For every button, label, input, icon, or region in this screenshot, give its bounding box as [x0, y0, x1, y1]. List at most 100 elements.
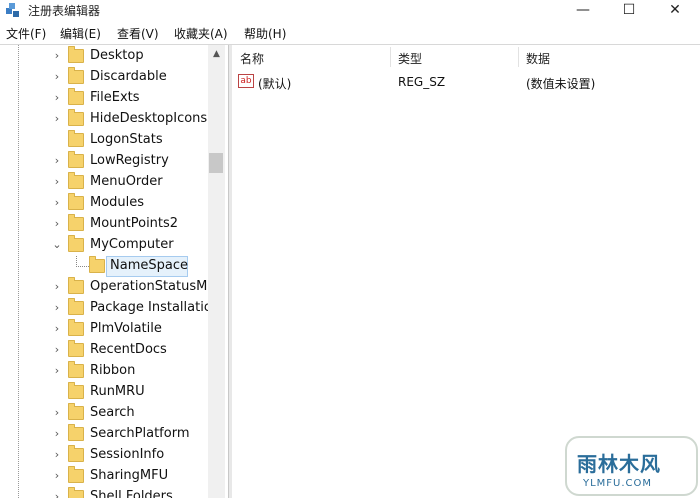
tree-item[interactable]: NameSpace — [0, 256, 208, 277]
menu-view[interactable]: 查看(V) — [117, 25, 159, 42]
tree-item-label: Desktop — [90, 48, 144, 63]
minimize-button[interactable]: — — [560, 0, 606, 22]
column-header-data[interactable]: 数据 — [526, 50, 550, 67]
tree-item[interactable]: › SessionInfo — [0, 445, 208, 466]
chevron-right-icon[interactable]: › — [52, 280, 62, 294]
close-button[interactable]: ✕ — [652, 0, 698, 22]
tree-item-label: OperationStatusMa — [90, 279, 216, 294]
chevron-right-icon[interactable]: › — [52, 301, 62, 315]
tree-item-label: Shell Folders — [90, 489, 173, 498]
chevron-right-icon[interactable] — [52, 133, 62, 147]
chevron-right-icon[interactable]: › — [52, 217, 62, 231]
folder-icon — [68, 298, 84, 315]
scroll-up-arrow-icon[interactable]: ▲ — [208, 47, 225, 61]
folder-icon — [68, 487, 84, 498]
title-bar: 注册表编辑器 — ☐ ✕ — [0, 0, 700, 22]
chevron-right-icon[interactable]: › — [52, 49, 62, 63]
tree-item[interactable]: › Shell Folders — [0, 487, 208, 498]
value-data[interactable]: (数值未设置) — [526, 75, 595, 92]
chevron-down-icon[interactable]: ⌄ — [52, 238, 62, 252]
folder-icon — [68, 277, 84, 294]
menu-favorites[interactable]: 收藏夹(A) — [174, 25, 228, 42]
folder-icon — [68, 235, 84, 252]
menu-edit[interactable]: 编辑(E) — [60, 25, 101, 42]
tree-item-label: HideDesktopIcons — [90, 111, 208, 126]
folder-icon — [68, 340, 84, 357]
folder-icon — [68, 172, 84, 189]
menu-file[interactable]: 文件(F) — [6, 25, 46, 42]
folder-icon — [68, 67, 84, 84]
tree-item[interactable]: › Discardable — [0, 67, 208, 88]
scroll-thumb[interactable] — [209, 153, 223, 173]
folder-icon — [68, 130, 84, 147]
chevron-right-icon[interactable] — [52, 385, 62, 399]
folder-icon — [68, 466, 84, 483]
tree-item[interactable]: › LowRegistry — [0, 151, 208, 172]
menu-help[interactable]: 帮助(H) — [244, 25, 286, 42]
folder-icon — [68, 151, 84, 168]
chevron-right-icon[interactable]: › — [52, 364, 62, 378]
tree-item[interactable]: › OperationStatusMa — [0, 277, 215, 298]
tree-item[interactable]: › PlmVolatile — [0, 319, 208, 340]
tree-item[interactable]: › Package Installatio — [0, 298, 212, 319]
tree-scrollbar[interactable]: ▲ — [208, 45, 225, 498]
tree-item[interactable]: › Ribbon — [0, 361, 208, 382]
folder-icon — [68, 193, 84, 210]
tree-item-label: RunMRU — [90, 384, 145, 399]
chevron-right-icon[interactable]: › — [52, 112, 62, 126]
tree-item[interactable]: LogonStats — [0, 130, 208, 151]
folder-icon — [68, 361, 84, 378]
tree-item[interactable]: › HideDesktopIcons — [0, 109, 208, 130]
tree-item[interactable]: › Modules — [0, 193, 208, 214]
folder-icon — [68, 46, 84, 63]
tree-item-label: Modules — [90, 195, 145, 210]
tree-item-label: Search — [90, 405, 135, 420]
chevron-right-icon[interactable]: › — [52, 196, 62, 210]
folder-icon — [68, 319, 84, 336]
column-divider[interactable] — [518, 47, 519, 67]
watermark-url: YLMFU.COM — [583, 478, 653, 489]
tree-item[interactable]: › MenuOrder — [0, 172, 208, 193]
tree-item[interactable]: RunMRU — [0, 382, 208, 403]
chevron-right-icon[interactable]: › — [52, 154, 62, 168]
tree-item[interactable]: › SearchPlatform — [0, 424, 208, 445]
tree-item-label: SharingMFU — [90, 468, 169, 483]
chevron-right-icon[interactable]: › — [52, 448, 62, 462]
folder-icon — [68, 445, 84, 462]
value-name[interactable]: (默认) — [258, 75, 291, 92]
tree-item-label: MyComputer — [90, 237, 174, 252]
chevron-right-icon[interactable]: › — [52, 406, 62, 420]
tree-item[interactable]: › RecentDocs — [0, 340, 208, 361]
chevron-right-icon[interactable]: › — [52, 70, 62, 84]
tree-item[interactable]: › Search — [0, 403, 208, 424]
folder-icon — [68, 109, 84, 126]
value-type[interactable]: REG_SZ — [398, 75, 445, 89]
column-header-type[interactable]: 类型 — [398, 50, 422, 67]
watermark-logo: 雨林木风 YLMFU.COM — [565, 436, 698, 496]
tree-item[interactable]: ⌄ MyComputer — [0, 235, 208, 256]
folder-icon — [68, 403, 84, 420]
tree-item[interactable]: › Desktop — [0, 46, 208, 67]
tree-item-label: SearchPlatform — [90, 426, 190, 441]
tree-item[interactable]: › SharingMFU — [0, 466, 208, 487]
chevron-right-icon[interactable]: › — [52, 469, 62, 483]
window-title: 注册表编辑器 — [28, 4, 101, 18]
chevron-right-icon[interactable]: › — [52, 175, 62, 189]
regedit-app-icon — [6, 3, 19, 17]
chevron-right-icon[interactable]: › — [52, 322, 62, 336]
tree-item-label: MountPoints2 — [90, 216, 179, 231]
values-list[interactable]: 名称 类型 数据 ab (默认) REG_SZ (数值未设置) — [232, 45, 700, 498]
chevron-right-icon[interactable]: › — [52, 490, 62, 498]
chevron-right-icon[interactable]: › — [52, 91, 62, 105]
tree-item[interactable]: › MountPoints2 — [0, 214, 208, 235]
chevron-right-icon[interactable]: › — [52, 427, 62, 441]
string-value-icon: ab — [238, 74, 254, 88]
column-header-name[interactable]: 名称 — [240, 50, 264, 67]
chevron-right-icon[interactable]: › — [52, 343, 62, 357]
tree-item[interactable]: › FileExts — [0, 88, 208, 109]
registry-tree[interactable]: › Desktop › Discardable › FileExts › HideDeskto… — [0, 45, 228, 498]
maximize-button[interactable]: ☐ — [606, 0, 652, 22]
column-divider[interactable] — [390, 47, 391, 67]
folder-icon — [68, 214, 84, 231]
tree-item-label: NameSpace — [110, 258, 188, 273]
